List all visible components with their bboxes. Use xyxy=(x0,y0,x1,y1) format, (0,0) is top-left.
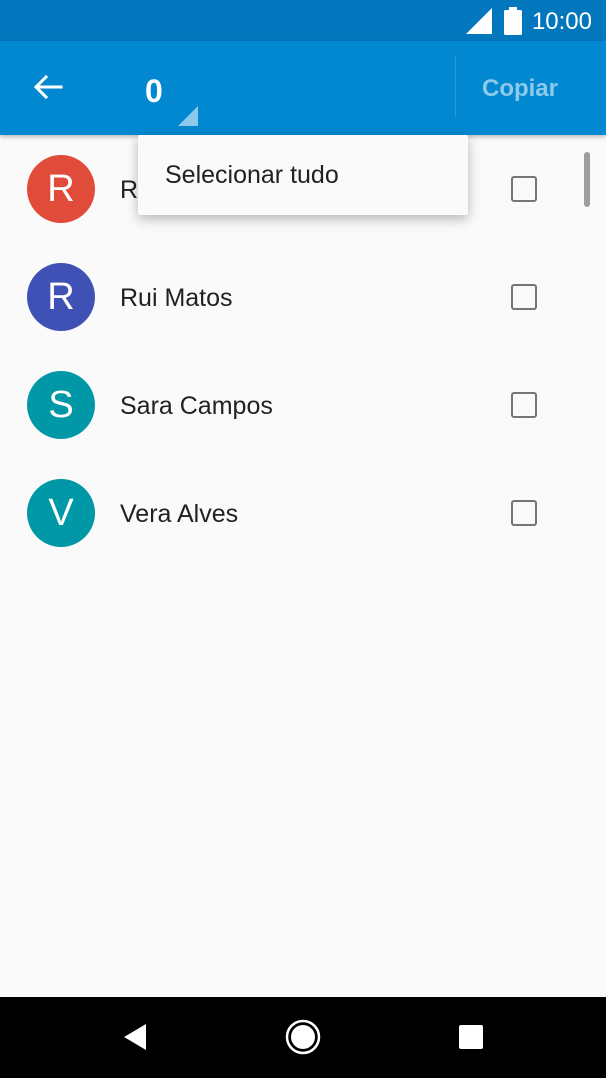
back-button[interactable] xyxy=(24,63,72,111)
contact-checkbox[interactable] xyxy=(511,392,537,418)
contact-name: Sara Campos xyxy=(120,392,273,420)
contact-checkbox[interactable] xyxy=(511,284,537,310)
avatar: R xyxy=(27,263,95,331)
avatar: S xyxy=(27,371,95,439)
dropdown-triangle-icon xyxy=(178,106,198,126)
signal-icon xyxy=(466,8,492,34)
nav-recents-button[interactable] xyxy=(441,1007,501,1067)
list-item[interactable]: V Vera Alves xyxy=(0,459,606,567)
square-recents-icon xyxy=(459,1025,483,1049)
avatar: R xyxy=(27,155,95,223)
menu-item-select-all[interactable]: Selecionar tudo xyxy=(138,135,468,215)
status-time: 10:00 xyxy=(531,8,592,35)
nav-back-button[interactable] xyxy=(105,1007,165,1067)
arrow-left-icon xyxy=(33,74,63,100)
list-item[interactable]: R Rui Matos xyxy=(0,243,606,351)
nav-home-button[interactable] xyxy=(273,1007,333,1067)
selection-count-dropdown[interactable]: 0 xyxy=(138,53,202,126)
contact-name: Rui Matos xyxy=(120,284,233,312)
battery-icon xyxy=(504,7,522,35)
list-item[interactable]: S Sara Campos xyxy=(0,351,606,459)
navigation-bar xyxy=(0,997,606,1078)
scrollbar[interactable] xyxy=(584,152,590,207)
contact-name: Vera Alves xyxy=(120,500,239,528)
copy-button[interactable]: Copiar xyxy=(470,61,570,117)
contact-name: R xyxy=(120,176,139,204)
selected-count: 0 xyxy=(145,73,163,109)
circle-home-icon xyxy=(285,1019,321,1055)
selection-popup-menu: Selecionar tudo xyxy=(138,135,468,215)
contact-checkbox[interactable] xyxy=(511,500,537,526)
avatar: V xyxy=(27,479,95,547)
toolbar-divider xyxy=(455,55,456,117)
app-bar: 0 Copiar xyxy=(0,41,606,135)
status-bar: 10:00 xyxy=(0,0,606,41)
contact-checkbox[interactable] xyxy=(511,176,537,202)
triangle-back-icon xyxy=(124,1024,146,1050)
